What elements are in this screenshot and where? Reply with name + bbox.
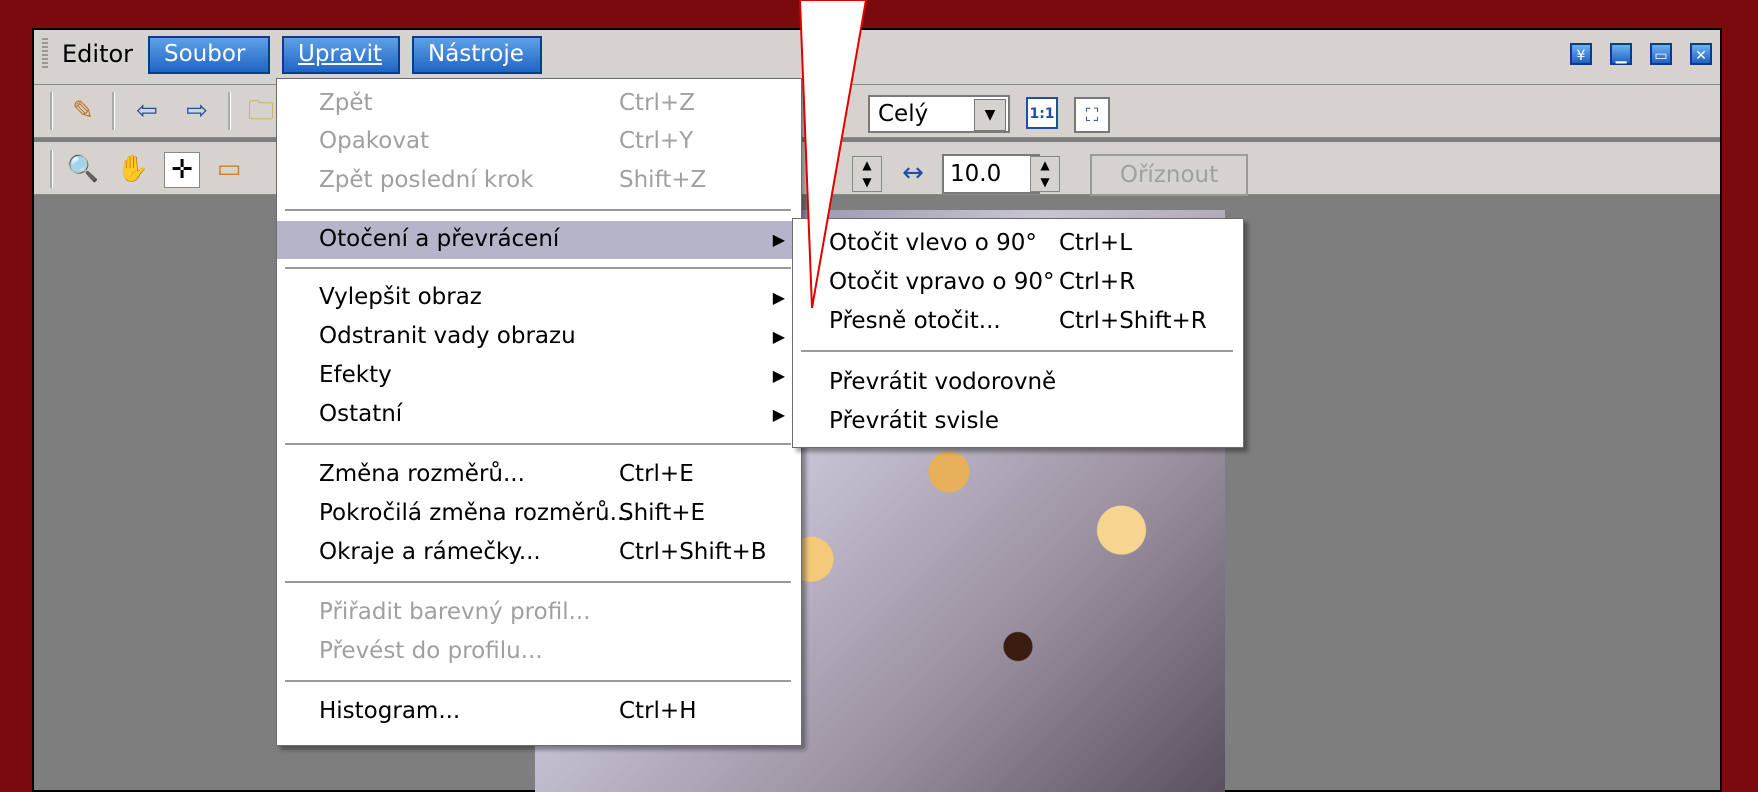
submenu-item-flip-vertical[interactable]: Převrátit svisle bbox=[793, 403, 1241, 441]
menu-nastroje[interactable]: Nástroje bbox=[412, 36, 542, 74]
menu-separator bbox=[285, 267, 791, 269]
submenu-arrow-icon: ▶ bbox=[772, 288, 785, 307]
drag-grip[interactable] bbox=[42, 38, 48, 70]
menu-separator bbox=[285, 680, 791, 682]
size-input[interactable]: 10.0 bbox=[942, 154, 1040, 194]
menu-upravit[interactable]: Upravit bbox=[282, 36, 400, 74]
menu-separator bbox=[285, 209, 791, 211]
menu-item-enhance[interactable]: Vylepšit obraz ▶ bbox=[277, 279, 799, 317]
submenu-arrow-icon: ▶ bbox=[772, 366, 785, 385]
crosshair-icon[interactable]: ✛ bbox=[164, 152, 200, 188]
submenu-arrow-icon: ▶ bbox=[772, 327, 785, 346]
ruler-icon[interactable]: ▭ bbox=[212, 152, 246, 186]
menu-item-advanced-resize[interactable]: Pokročilá změna rozměrů... Shift+E bbox=[277, 495, 799, 533]
menu-separator bbox=[285, 443, 791, 445]
zoom-select[interactable]: Celý ▼ bbox=[868, 95, 1010, 133]
toolbar-separator bbox=[112, 92, 115, 130]
submenu-arrow-icon: ▶ bbox=[772, 405, 785, 424]
submenu-arrow-icon: ▶ bbox=[772, 230, 785, 249]
actual-size-button[interactable]: 1:1 bbox=[1026, 97, 1058, 129]
spin-stepper-left[interactable]: ▲ ▼ bbox=[852, 156, 882, 192]
hand-icon[interactable]: ✋ bbox=[116, 152, 150, 186]
toolbar-separator bbox=[228, 92, 231, 130]
menu-item-redo[interactable]: Opakovat Ctrl+Y bbox=[277, 123, 799, 161]
collapse-icon[interactable]: ¥ bbox=[1570, 43, 1592, 65]
menu-item-undo-last-step[interactable]: Zpět poslední krok Shift+Z bbox=[277, 162, 799, 200]
back-arrow-icon[interactable]: ⇦ bbox=[130, 94, 164, 128]
minimize-icon[interactable]: ▁ bbox=[1610, 43, 1632, 65]
menu-item-fix-defects[interactable]: Odstranit vady obrazu ▶ bbox=[277, 318, 799, 356]
fit-screen-icon[interactable]: ⛶ bbox=[1074, 97, 1110, 133]
menu-separator bbox=[801, 350, 1233, 352]
menu-item-undo[interactable]: Zpět Ctrl+Z bbox=[277, 85, 799, 123]
menu-item-resize[interactable]: Změna rozměrů... Ctrl+E bbox=[277, 456, 799, 494]
crop-button[interactable]: Oříznout bbox=[1090, 154, 1248, 196]
menu-item-assign-color-profile[interactable]: Přiřadit barevný profil... bbox=[277, 594, 799, 632]
menu-separator bbox=[285, 581, 791, 583]
menu-item-convert-profile[interactable]: Převést do profilu... bbox=[277, 633, 799, 671]
zoom-select-value: Celý bbox=[878, 101, 929, 127]
forward-arrow-icon[interactable]: ⇨ bbox=[180, 94, 214, 128]
restore-icon[interactable]: ▭ bbox=[1650, 43, 1672, 65]
menu-item-other[interactable]: Ostatní ▶ bbox=[277, 396, 799, 434]
menu-item-rotate-flip[interactable]: Otočení a převrácení ▶ bbox=[277, 221, 799, 259]
editor-label: Editor bbox=[62, 40, 134, 68]
close-icon[interactable]: ✕ bbox=[1690, 43, 1712, 65]
menu-item-effects[interactable]: Efekty ▶ bbox=[277, 357, 799, 395]
menu-soubor[interactable]: Soubor bbox=[148, 36, 270, 74]
chevron-down-icon[interactable]: ▼ bbox=[974, 99, 1006, 131]
spin-stepper-right[interactable]: ▲ ▼ bbox=[1030, 156, 1060, 192]
menu-item-histogram[interactable]: Histogram... Ctrl+H bbox=[277, 693, 799, 731]
toolbar-separator bbox=[50, 92, 53, 130]
brush-icon[interactable]: ✎ bbox=[66, 94, 100, 128]
edit-menu: Zpět Ctrl+Z Opakovat Ctrl+Y Zpět poslední … bbox=[276, 78, 802, 746]
toolbar-separator bbox=[50, 150, 53, 188]
submenu-item-flip-horizontal[interactable]: Převrátit vodorovně bbox=[793, 364, 1241, 402]
open-folder-icon[interactable]: 🗀 bbox=[244, 94, 278, 128]
width-arrows-icon: ↔ bbox=[902, 158, 924, 188]
menu-item-borders-frames[interactable]: Okraje a rámečky... Ctrl+Shift+B bbox=[277, 534, 799, 572]
submenu-item-rotate-right[interactable]: Otočit vpravo o 90° Ctrl+R bbox=[793, 264, 1241, 302]
zoom-icon[interactable]: 🔍 bbox=[66, 152, 100, 186]
rotate-submenu: Otočit vlevo o 90° Ctrl+L Otočit vpravo o… bbox=[792, 218, 1244, 448]
submenu-item-rotate-left[interactable]: Otočit vlevo o 90° Ctrl+L bbox=[793, 225, 1241, 263]
submenu-item-rotate-precise[interactable]: Přesně otočit... Ctrl+Shift+R bbox=[793, 303, 1241, 341]
